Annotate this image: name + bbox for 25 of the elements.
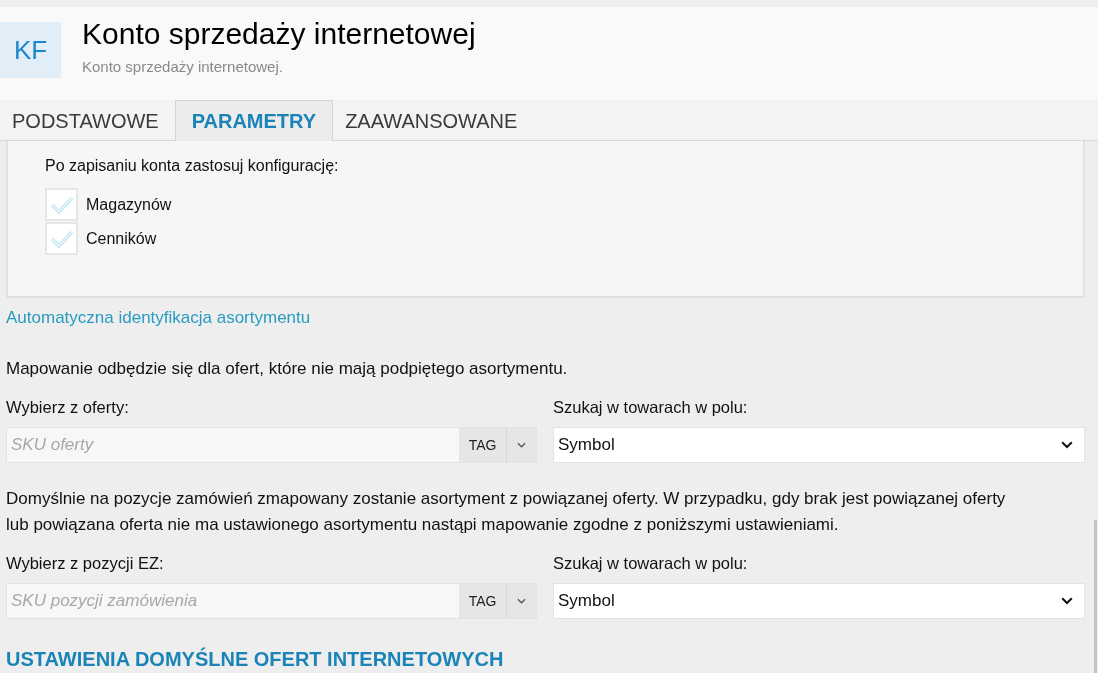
checkbox-label: Cenników bbox=[86, 229, 157, 248]
search-field-select[interactable]: Symbol bbox=[553, 583, 1085, 619]
tab[interactable]: PARAMETRY bbox=[174, 100, 334, 141]
checkbox-label: Magazynów bbox=[86, 195, 172, 214]
mapping-note: Mapowanie odbędzie się dla ofert, które nie mają podpiętego asortymentu. bbox=[6, 358, 569, 380]
checkmark-icon bbox=[49, 229, 74, 248]
source-label: Wybierz z pozycji EZ: bbox=[6, 553, 165, 573]
search-label: Szukaj w towarach w polu: bbox=[553, 553, 749, 573]
scrollbar[interactable] bbox=[1094, 520, 1097, 673]
window-subtitle: Konto sprzedaży internetowej. bbox=[82, 58, 284, 76]
chevron-down-icon bbox=[1061, 597, 1073, 605]
checkbox[interactable] bbox=[45, 188, 78, 221]
logo-tile: KF bbox=[0, 22, 61, 78]
tab[interactable]: ZAAWANSOWANE bbox=[333, 100, 534, 141]
section-heading: USTAWIENIA DOMYŚLNE OFERT INTERNETOWYCH bbox=[6, 648, 505, 670]
chevron-down-icon bbox=[1061, 441, 1073, 449]
tab[interactable]: PODSTAWOWE bbox=[0, 100, 175, 141]
mapping-note: Domyślnie na pozycje zamówień zmapowany zostanie asortyment z powiązanej oferty. W przypadku, gdy brak jest powiązanej oferty lub powiązana oferta nie ma ustawionego asortymentu nastąpi mapowanie zgodne z poniższymi ustawieniami. bbox=[6, 488, 1007, 536]
checkmark-icon bbox=[49, 195, 74, 214]
search-label: Szukaj w towarach w polu: bbox=[553, 397, 749, 417]
checkbox[interactable] bbox=[45, 222, 78, 255]
config-label: Po zapisaniu konta zastosuj konfigurację: bbox=[45, 156, 340, 176]
source-label: Wybierz z oferty: bbox=[6, 397, 130, 417]
search-field-select[interactable]: Symbol bbox=[553, 427, 1085, 463]
window-title: Konto sprzedaży internetowej bbox=[82, 16, 476, 51]
